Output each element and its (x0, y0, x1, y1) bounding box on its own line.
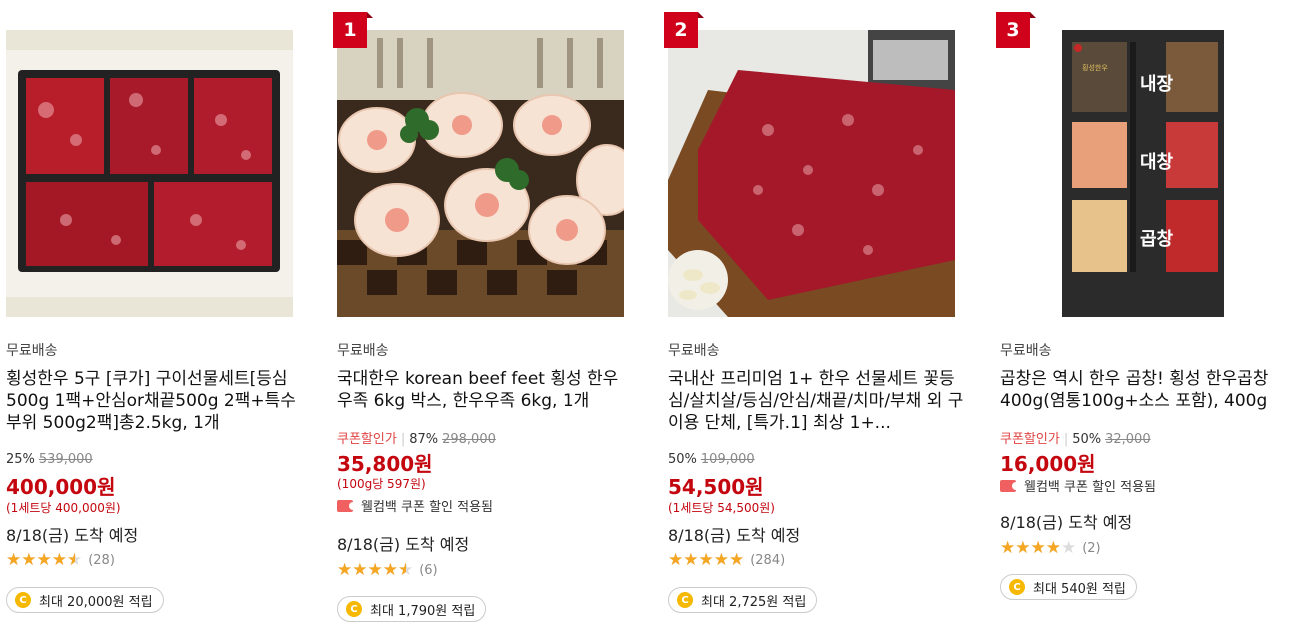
separator: | (400, 432, 406, 447)
rating: ★★★★★ ★★★★★ (284) (668, 552, 785, 569)
product-title[interactable]: 곱창은 역시 한우 곱창! 횡성 한우곱창 400g(염통100g+소스 포함)… (1000, 368, 1300, 412)
delivery-date: 8/18(금) 도착 예정 (6, 526, 139, 545)
discount-row: 25% 539,000 (6, 452, 93, 467)
welcome-coupon-text: 웰컴백 쿠폰 할인 적용됨 (361, 500, 493, 515)
free-shipping-label: 무료배송 (337, 343, 389, 359)
delivery-date: 8/18(금) 도착 예정 (1000, 513, 1133, 532)
image-label-naejang: 내장 (1140, 74, 1174, 95)
discount-rate: 50% (1072, 432, 1102, 447)
sale-price: 16,000원 (1000, 452, 1096, 476)
sale-price: 54,500원 (668, 475, 764, 499)
reward-badge: C 최대 1,790원 적립 (337, 596, 487, 622)
welcome-coupon-note: 웰컴백 쿠폰 할인 적용됨 (337, 496, 493, 515)
reward-badge: C 최대 2,725원 적립 (668, 587, 818, 613)
coupon-price-label: 쿠폰할인가 (337, 432, 397, 447)
image-label-daechang: 대창 (1140, 152, 1174, 173)
review-count: (2) (1082, 541, 1101, 556)
reward-text: 최대 20,000원 적립 (39, 594, 153, 610)
original-price: 109,000 (700, 452, 755, 467)
welcome-coupon-text: 웰컴백 쿠폰 할인 적용됨 (1024, 480, 1156, 495)
product-card[interactable]: 1 무료배송 국대한우 korean beef feet 횡성 한우 우족 6k… (333, 0, 637, 631)
product-card[interactable]: 3 횡성한우 내장 대창 곱창 무료배송 곱창은 역시 한우 곱창! 횡성 한우… (996, 0, 1300, 631)
image-label-gopchang: 곱창 (1140, 229, 1174, 250)
rating: ★★★★★★★★★★ (6) (337, 562, 438, 579)
unit-price: (100g당 597원) (337, 477, 426, 491)
delivery-date: 8/18(금) 도착 예정 (337, 535, 470, 554)
coin-icon: C (1009, 579, 1025, 595)
discount-rate: 50% (668, 452, 697, 467)
product-image[interactable] (6, 30, 293, 317)
coupon-price-label: 쿠폰할인가 (1000, 432, 1060, 447)
star-rating-icon: ★★★★★★★★★★ (337, 560, 414, 580)
welcome-coupon-note: 웰컴백 쿠폰 할인 적용됨 (1000, 476, 1156, 495)
discount-row: 50% 109,000 (668, 452, 755, 467)
original-price: 539,000 (38, 452, 93, 467)
rank-badge: 1 (333, 12, 373, 48)
reward-badge: C 최대 540원 적립 (1000, 574, 1137, 600)
product-title[interactable]: 국내산 프리미엄 1+ 한우 선물세트 꽃등심/살치살/등심/안심/채끝/치마/… (668, 368, 968, 434)
sale-price: 400,000원 (6, 475, 116, 499)
delivery-date: 8/18(금) 도착 예정 (668, 526, 801, 545)
original-price: 298,000 (442, 432, 496, 447)
free-shipping-label: 무료배송 (668, 343, 720, 359)
discount-rate: 87% (409, 432, 439, 447)
product-title[interactable]: 국대한우 korean beef feet 횡성 한우 우족 6kg 박스, 한… (337, 368, 637, 412)
discount-rate: 25% (6, 452, 35, 467)
discount-row: 쿠폰할인가 | 87% 298,000 (337, 428, 496, 447)
review-count: (284) (750, 553, 786, 568)
review-count: (6) (419, 563, 438, 578)
reward-text: 최대 540원 적립 (1033, 581, 1126, 597)
rank-badge: 3 (996, 12, 1036, 48)
free-shipping-label: 무료배송 (1000, 343, 1052, 359)
unit-price: (1세트당 54,500원) (668, 501, 775, 515)
discount-row: 쿠폰할인가 | 50% 32,000 (1000, 428, 1151, 447)
review-count: (28) (88, 553, 115, 568)
reward-text: 최대 1,790원 적립 (370, 603, 476, 619)
rating: ★★★★★★★★★★ (28) (6, 552, 115, 569)
product-image[interactable]: 횡성한우 내장 대창 곱창 (1000, 30, 1287, 317)
image-subtext: 횡성한우 (1082, 63, 1108, 72)
rank-badge: 2 (664, 12, 704, 48)
reward-text: 최대 2,725원 적립 (701, 594, 807, 610)
coin-icon: C (677, 592, 693, 608)
free-shipping-label: 무료배송 (6, 343, 58, 359)
coin-icon: C (15, 592, 31, 608)
star-rating-icon: ★★★★★★★★★★ (6, 550, 83, 570)
original-price: 32,000 (1105, 432, 1151, 447)
product-image[interactable] (337, 30, 624, 317)
product-card[interactable]: 무료배송 횡성한우 5구 [쿠가] 구이선물세트[등심500g 1팩+안심or채… (6, 0, 306, 631)
reward-badge: C 최대 20,000원 적립 (6, 587, 164, 613)
separator: | (1063, 432, 1069, 447)
product-title[interactable]: 횡성한우 5구 [쿠가] 구이선물세트[등심500g 1팩+안심or채끝500g… (6, 368, 306, 434)
coupon-tag-icon (1000, 479, 1020, 492)
rating: ★★★★★★★★★★ (2) (1000, 540, 1101, 557)
star-rating-icon: ★★★★★★★★★★ (1000, 538, 1077, 558)
coin-icon: C (346, 601, 362, 617)
product-card[interactable]: 2 무료배송 국내산 프리미엄 1+ 한우 선물세트 꽃등심/살치살/등심/안심… (664, 0, 968, 631)
coupon-tag-icon (337, 499, 357, 512)
unit-price: (1세트당 400,000원) (6, 501, 121, 515)
product-image[interactable] (668, 30, 955, 317)
sale-price: 35,800원 (337, 452, 433, 476)
star-rating-icon: ★★★★★★★★★★ (668, 550, 745, 570)
